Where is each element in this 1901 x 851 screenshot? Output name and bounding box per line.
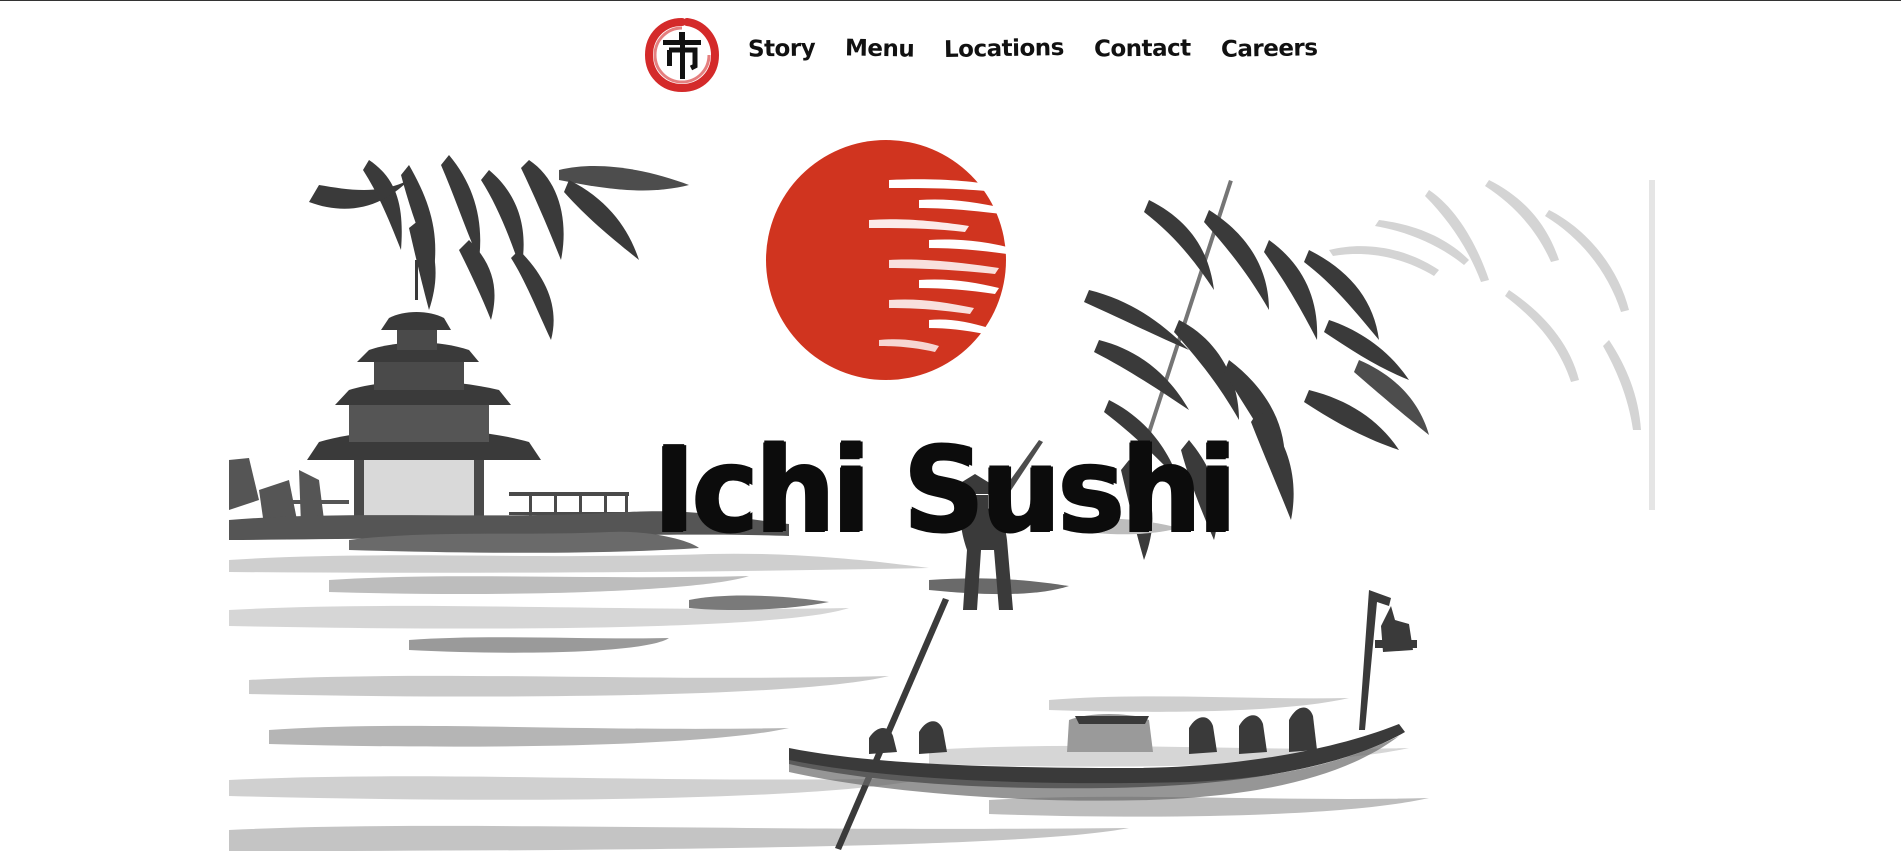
hero-title: Ichi Sushi: [652, 421, 1236, 559]
bamboo-top-left: [309, 155, 689, 340]
ichi-logo-icon[interactable]: [644, 18, 720, 93]
main-navigation: Story Menu Locations Contact Careers: [0, 0, 1901, 110]
boat: [789, 590, 1417, 801]
hero-section: Ichi Sushi: [229, 140, 1667, 851]
nav-items: Story Menu Locations Contact Careers: [748, 35, 1318, 63]
water-washes: [229, 511, 1429, 851]
nav-link-story[interactable]: Story: [748, 35, 816, 62]
nav-link-menu[interactable]: Menu: [845, 35, 915, 62]
nav-link-contact[interactable]: Contact: [1094, 36, 1191, 63]
nav-link-locations[interactable]: Locations: [944, 35, 1064, 63]
page: Story Menu Locations Contact Careers Ich…: [0, 0, 1901, 851]
nav-link-careers[interactable]: Careers: [1221, 35, 1318, 63]
